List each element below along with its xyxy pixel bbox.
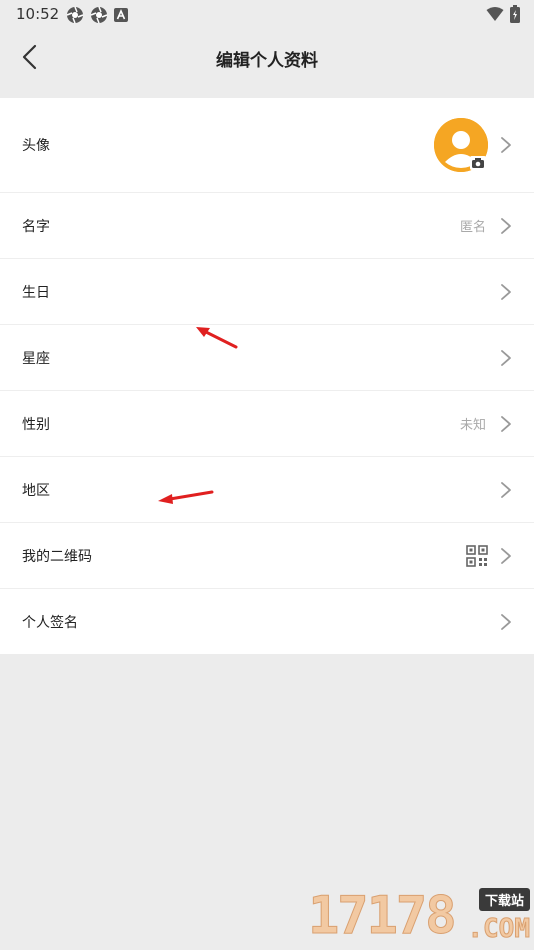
avatar-row[interactable]: 头像 xyxy=(0,98,534,193)
qr-code-row[interactable]: 我的二维码 xyxy=(0,523,534,589)
chevron-right-icon xyxy=(501,137,511,153)
gender-row[interactable]: 性别 未知 xyxy=(0,391,534,457)
status-icons-right xyxy=(486,5,520,23)
chevron-right-icon xyxy=(501,613,511,630)
row-label: 个人签名 xyxy=(22,614,78,631)
chevron-right-icon xyxy=(501,217,511,234)
watermark-digits: 17178 xyxy=(308,886,458,947)
row-label: 我的二维码 xyxy=(22,548,92,565)
chevron-right-icon xyxy=(501,481,511,498)
birthday-row[interactable]: 生日 xyxy=(0,259,534,325)
row-label: 生日 xyxy=(22,284,50,301)
watermark-logo: 17178 下载站 .COM xyxy=(304,884,534,950)
status-bar: 10:52 xyxy=(0,0,534,28)
region-row[interactable]: 地区 xyxy=(0,457,534,523)
camera-icon xyxy=(470,156,486,170)
name-row[interactable]: 名字 匿名 xyxy=(0,193,534,259)
header: 编辑个人资料 xyxy=(0,28,534,98)
annotation-arrow-icon xyxy=(196,327,238,349)
aperture-icon xyxy=(90,6,108,24)
page-title: 编辑个人资料 xyxy=(216,51,318,71)
avatar[interactable] xyxy=(434,118,488,172)
watermark-badge: 下载站 xyxy=(478,888,530,911)
row-label: 星座 xyxy=(22,350,50,367)
row-value: 匿名 xyxy=(459,220,486,235)
status-time: 10:52 xyxy=(16,5,60,23)
aperture-icon xyxy=(66,6,84,24)
zodiac-row[interactable]: 星座 xyxy=(0,325,534,391)
chevron-right-icon xyxy=(501,283,511,300)
row-label: 名字 xyxy=(22,218,50,235)
chevron-right-icon xyxy=(501,547,511,564)
chevron-right-icon xyxy=(501,349,511,366)
signature-row[interactable]: 个人签名 xyxy=(0,589,534,654)
profile-list: 头像 名字 匿名 生日 星座 性别 未知 地区 我的二维码 个人签名 xyxy=(0,98,534,654)
chevron-right-icon xyxy=(501,415,511,432)
row-value: 未知 xyxy=(459,418,486,433)
wifi-icon xyxy=(486,7,504,21)
battery-icon xyxy=(510,5,520,23)
row-label: 性别 xyxy=(22,416,50,433)
watermark-suffix: .COM xyxy=(467,914,531,945)
qr-code-icon xyxy=(466,544,488,567)
annotation-arrow-icon xyxy=(158,490,214,504)
row-label: 地区 xyxy=(22,482,50,499)
row-label: 头像 xyxy=(22,138,50,154)
status-icons-left xyxy=(66,6,128,24)
font-a-icon xyxy=(114,8,128,22)
